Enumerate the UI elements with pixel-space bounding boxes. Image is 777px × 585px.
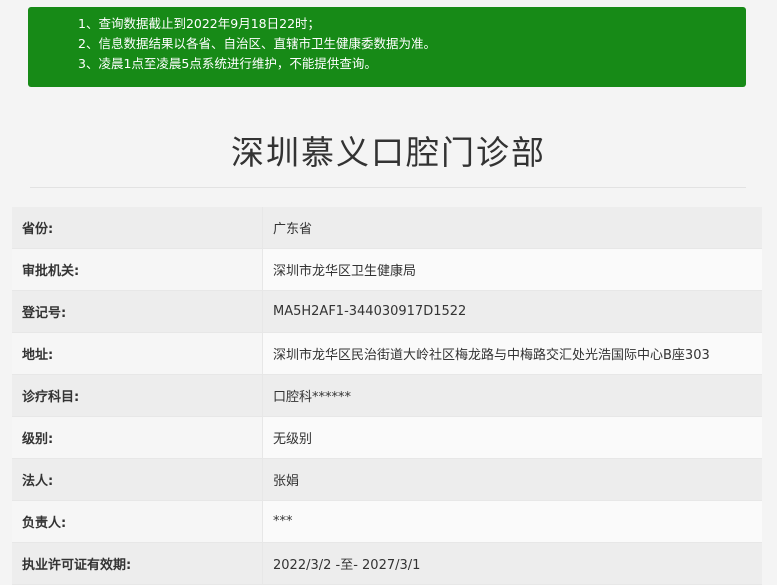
notice-line-2: 2、信息数据结果以各省、自治区、直辖市卫生健康委数据为准。	[78, 36, 436, 51]
row-label: 级别:	[12, 417, 262, 458]
row-value: 广东省	[262, 207, 762, 248]
row-value: ***	[262, 501, 762, 542]
row-label: 登记号:	[12, 291, 262, 332]
table-row-province: 省份: 广东省	[12, 207, 762, 249]
info-table: 省份: 广东省 审批机关: 深圳市龙华区卫生健康局 登记号: MA5H2AF1-…	[12, 207, 762, 585]
table-row-address: 地址: 深圳市龙华区民治街道大岭社区梅龙路与中梅路交汇处光浩国际中心B座303	[12, 333, 762, 375]
row-value: 深圳市龙华区民治街道大岭社区梅龙路与中梅路交汇处光浩国际中心B座303	[262, 333, 762, 374]
row-label: 负责人:	[12, 501, 262, 542]
row-label: 省份:	[12, 207, 262, 248]
notice-line-3: 3、凌晨1点至凌晨5点系统进行维护，不能提供查询。	[78, 56, 377, 71]
table-row-level: 级别: 无级别	[12, 417, 762, 459]
row-value: 深圳市龙华区卫生健康局	[262, 249, 762, 290]
table-row-legal-person: 法人: 张娟	[12, 459, 762, 501]
row-label: 地址:	[12, 333, 262, 374]
notice-banner: 1、查询数据截止到2022年9月18日22时； 2、信息数据结果以各省、自治区、…	[28, 7, 746, 87]
row-value: 口腔科******	[262, 375, 762, 416]
row-value: 张娟	[262, 459, 762, 500]
title-divider	[30, 187, 746, 188]
row-value: 2022/3/2 -至- 2027/3/1	[262, 543, 762, 584]
row-label: 法人:	[12, 459, 262, 500]
table-row-departments: 诊疗科目: 口腔科******	[12, 375, 762, 417]
row-label: 诊疗科目:	[12, 375, 262, 416]
row-value: 无级别	[262, 417, 762, 458]
row-label: 执业许可证有效期:	[12, 543, 262, 584]
row-label: 审批机关:	[12, 249, 262, 290]
notice-line-1: 1、查询数据截止到2022年9月18日22时；	[78, 16, 321, 31]
table-row-license-validity: 执业许可证有效期: 2022/3/2 -至- 2027/3/1	[12, 543, 762, 585]
row-value: MA5H2AF1-344030917D1522	[262, 291, 762, 332]
table-row-authority: 审批机关: 深圳市龙华区卫生健康局	[12, 249, 762, 291]
page-title: 深圳慕义口腔门诊部	[231, 133, 546, 172]
table-row-person-in-charge: 负责人: ***	[12, 501, 762, 543]
table-row-registration: 登记号: MA5H2AF1-344030917D1522	[12, 291, 762, 333]
